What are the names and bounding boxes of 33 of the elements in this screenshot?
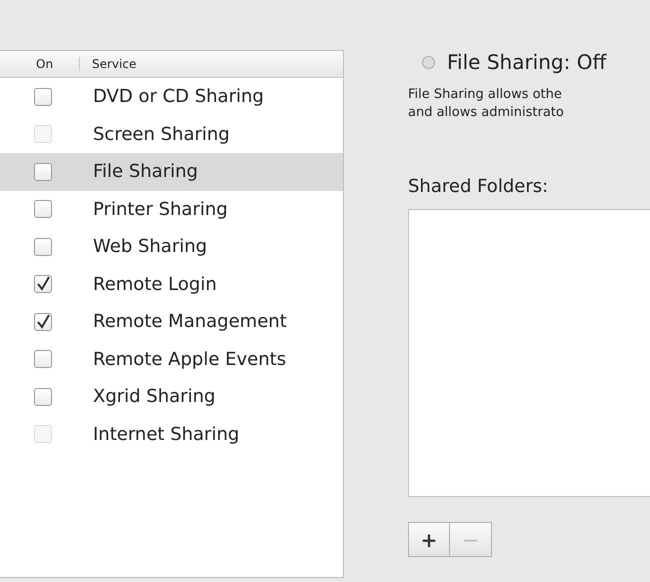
service-row[interactable]: Remote Management [0,303,343,340]
column-header: Service [91,57,136,71]
checkbox[interactable] [34,350,52,368]
service-name: Remote Login [93,274,217,295]
description-text: and allows administrato [408,104,565,122]
checkbox[interactable] [34,388,52,406]
service-row[interactable]: Remote Apple Events [0,340,343,378]
service-name: DVD or CD Sharing [93,86,264,108]
service-name: Screen Sharing [93,124,230,145]
add-button[interactable]: + [408,522,450,557]
checkbox[interactable] [34,312,52,331]
checkbox[interactable] [34,275,52,294]
service-name: Internet Sharing [93,424,240,445]
checkbox[interactable] [34,200,52,218]
service-name: Xgrid Sharing [93,386,216,408]
checkbox[interactable] [34,162,52,181]
service-name: Printer Sharing [93,198,228,220]
shared-folders-label: Shared Folders: [408,176,550,197]
checkbox[interactable] [34,88,52,106]
service-row[interactable]: File Sharing [0,153,343,190]
column-header: On [0,57,80,71]
service-name: File Sharing [93,161,198,182]
service-name: Remote Apple Events [93,348,286,370]
service-row[interactable]: Printer Sharing [0,190,343,228]
service-name: Remote Management [93,311,287,332]
checkbox[interactable] [34,238,52,256]
service-row[interactable]: DVD or CD Sharing [0,78,343,116]
service-row[interactable]: Xgrid Sharing [0,378,343,416]
status-title: File Sharing: Off [447,50,606,74]
service-row[interactable]: Web Sharing [0,228,343,266]
service-row[interactable]: Remote Login [0,266,343,303]
description-text: File Sharing allows othe [408,86,563,104]
service-name: Web Sharing [93,236,208,258]
